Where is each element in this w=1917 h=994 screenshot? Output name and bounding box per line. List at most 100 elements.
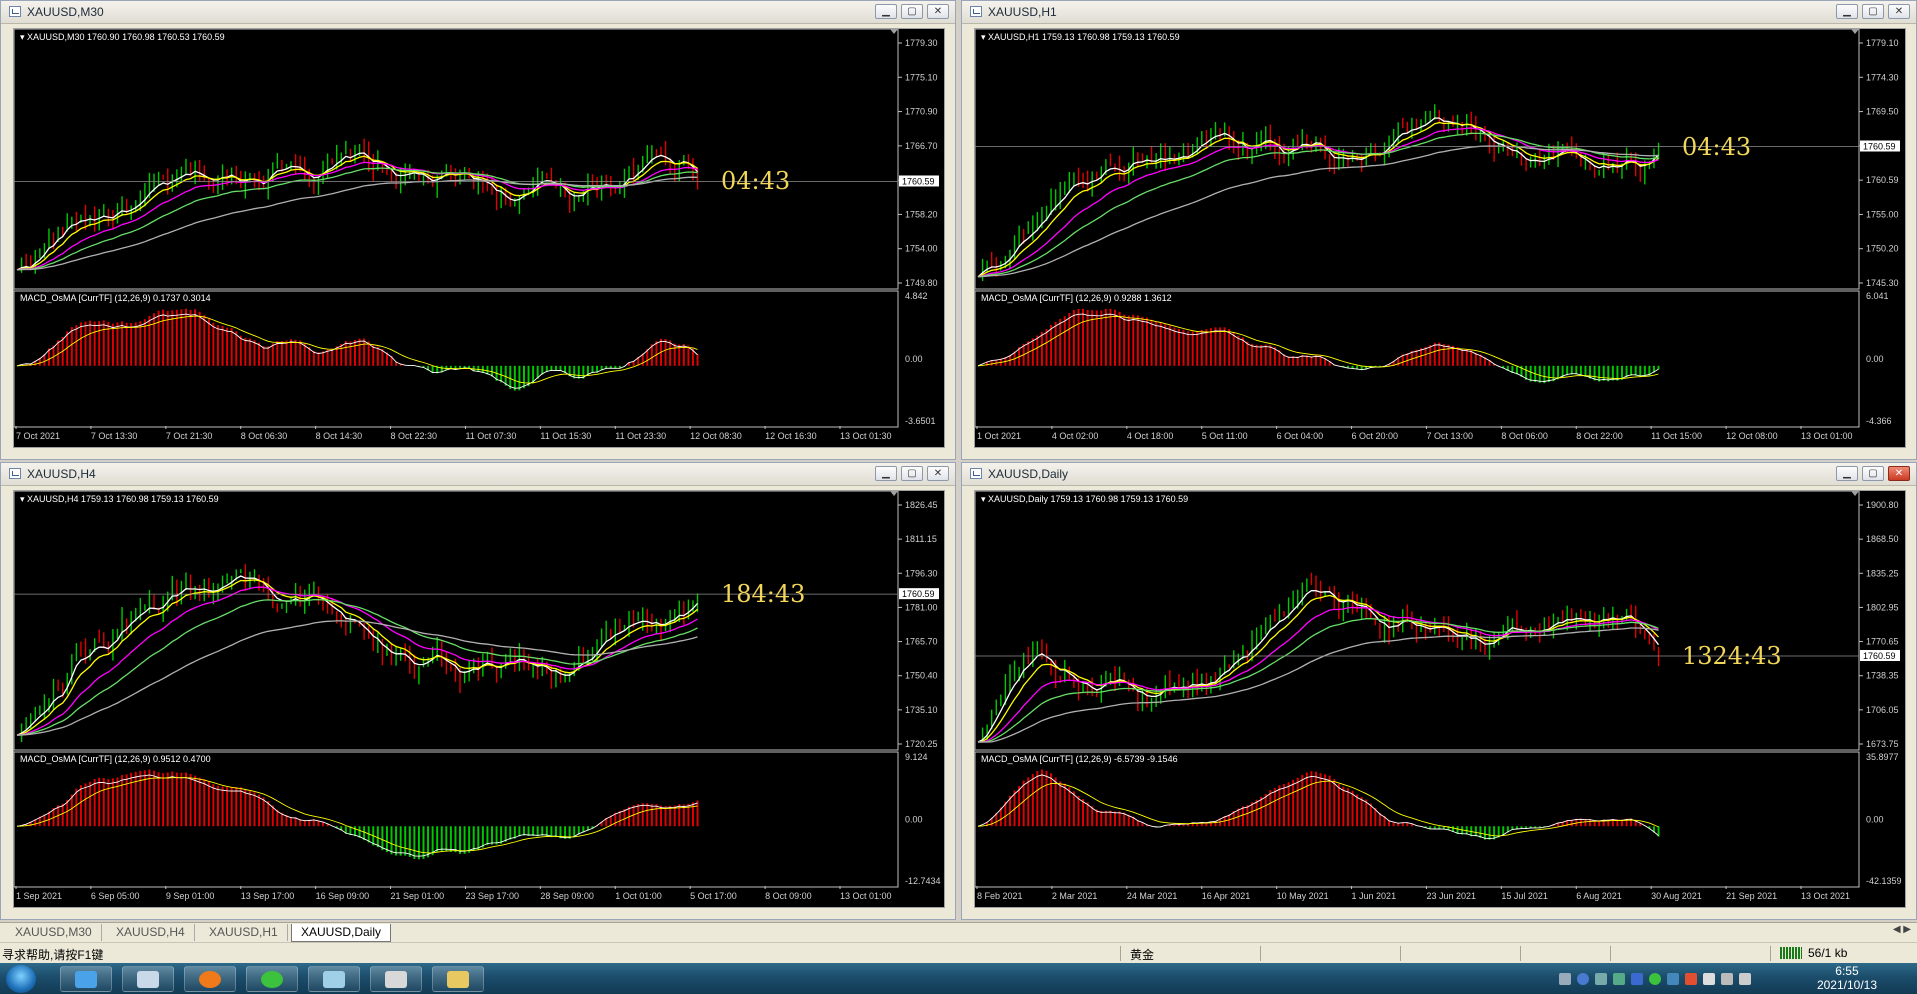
- price-axis-label: 1868.50: [1866, 534, 1899, 544]
- chart-canvas: 1779.301775.101770.901766.701762.501758.…: [14, 29, 939, 441]
- time-axis-label: 7 Oct 21:30: [166, 431, 213, 441]
- taskbar-browser-icon[interactable]: [184, 966, 236, 992]
- tab-xauusd-m30[interactable]: XAUUSD,M30: [6, 924, 102, 941]
- minimize-button[interactable]: ▁: [1836, 4, 1858, 19]
- window-titlebar[interactable]: XAUUSD,Daily ▁ ▢ ✕: [962, 463, 1916, 486]
- tray-keyboard-icon[interactable]: [1559, 973, 1571, 985]
- taskbar-metatrader-icon[interactable]: [432, 966, 484, 992]
- tray-network-icon[interactable]: [1613, 973, 1625, 985]
- status-profile: 黄金: [1130, 948, 1155, 962]
- price-axis-label: 1749.80: [905, 278, 938, 288]
- time-axis-label: 1 Sep 2021: [16, 891, 62, 901]
- taskbar-app-icon[interactable]: [370, 966, 422, 992]
- minimize-button[interactable]: ▁: [875, 466, 897, 481]
- time-axis-label: 13 Oct 2021: [1801, 891, 1850, 901]
- time-axis-label: 1 Oct 01:00: [615, 891, 662, 901]
- chart-window-icon: [970, 6, 982, 17]
- time-axis-label: 23 Sep 17:00: [465, 891, 519, 901]
- price-axis-label: 1769.50: [1866, 107, 1899, 117]
- time-axis-label: 6 Oct 04:00: [1277, 431, 1324, 441]
- chart-window-h1[interactable]: XAUUSD,H1 ▁ ▢ ✕1779.101774.301769.501764…: [961, 0, 1917, 460]
- connection-bars-icon: [1780, 947, 1802, 959]
- chart-window-d1[interactable]: XAUUSD,Daily ▁ ▢ ✕ 1900.80 1868.50 1835.25 1…: [961, 462, 1917, 920]
- macd-signal-line: [16, 313, 698, 389]
- chart-area[interactable]: 1826.45 1811.15 1796.30 1781.00 1765.70 1750.…: [13, 490, 945, 908]
- window-titlebar[interactable]: XAUUSD,H4 ▁ ▢ ✕: [1, 463, 955, 486]
- time-axis-label: 5 Oct 17:00: [690, 891, 737, 901]
- time-axis-label: 13 Oct 01:00: [840, 891, 892, 901]
- tray-settings-icon[interactable]: [1595, 973, 1607, 985]
- chart-area[interactable]: 1779.301775.101770.901766.701762.501758.…: [13, 28, 945, 448]
- taskbar-explorer-icon[interactable]: [122, 966, 174, 992]
- close-button[interactable]: ✕: [1888, 4, 1910, 19]
- macd-signal-line: [977, 313, 1659, 382]
- time-axis-label: 10 May 2021: [1277, 891, 1329, 901]
- price-axis-label: 1735.10: [905, 705, 938, 715]
- maximize-button[interactable]: ▢: [901, 4, 923, 19]
- price-axis-label: 1900.80: [1866, 500, 1899, 510]
- tab-scroll-arrows[interactable]: ◀ ▶: [1893, 924, 1911, 935]
- time-axis-label: 1 Jun 2021: [1352, 891, 1397, 901]
- maximize-button[interactable]: ▢: [1862, 466, 1884, 481]
- maximize-button[interactable]: ▢: [1862, 4, 1884, 19]
- tray-wechat-icon[interactable]: [1649, 973, 1661, 985]
- tray-signal-icon[interactable]: [1739, 973, 1751, 985]
- window-titlebar[interactable]: XAUUSD,H1 ▁ ▢ ✕: [962, 1, 1916, 24]
- price-axis-label: 1758.20: [905, 209, 938, 219]
- tray-alert-icon[interactable]: [1685, 973, 1697, 985]
- macd-indicator-label: MACD_OsMA [CurrTF] (12,26,9) -6.5739 -9.…: [981, 754, 1178, 764]
- taskbar-desktop-icon[interactable]: [60, 966, 112, 992]
- minimize-button[interactable]: ▁: [1836, 466, 1858, 481]
- taskbar-clock[interactable]: 6:55 2021/10/13: [1817, 964, 1877, 992]
- time-axis-label: 6 Oct 20:00: [1352, 431, 1399, 441]
- current-price-tag: 1760.59: [902, 589, 935, 599]
- macd-axis-label: -42.1359: [1866, 876, 1902, 886]
- tray-power-icon[interactable]: [1721, 973, 1733, 985]
- system-tray: 6:55 2021/10/13: [1547, 963, 1917, 994]
- time-axis-label: 7 Oct 2021: [16, 431, 60, 441]
- price-axis-label: 1770.65: [1866, 637, 1899, 647]
- time-axis-label: 9 Sep 01:00: [166, 891, 215, 901]
- chart-info-label: ▾ XAUUSD,H1 1759.13 1760.98 1759.13 1760…: [981, 32, 1180, 42]
- minimize-button[interactable]: ▁: [875, 4, 897, 19]
- chart-area[interactable]: 1900.80 1868.50 1835.25 1802.95 1770.65 1738.…: [974, 490, 1906, 908]
- status-traffic: 56/1 kb: [1808, 946, 1848, 960]
- moving-average-line: [978, 618, 1659, 743]
- macd-signal-line: [977, 780, 1659, 837]
- close-button[interactable]: ✕: [927, 466, 949, 481]
- tray-shield-icon[interactable]: [1631, 973, 1643, 985]
- macd-axis-label: 9.124: [905, 752, 928, 762]
- close-button[interactable]: ✕: [927, 4, 949, 19]
- price-axis-label: 1765.70: [905, 637, 938, 647]
- maximize-button[interactable]: ▢: [901, 466, 923, 481]
- time-axis-label: 7 Oct 13:30: [91, 431, 138, 441]
- chart-area[interactable]: 1779.101774.301769.501764.601760.591755.…: [974, 28, 1906, 448]
- time-axis-label: 16 Sep 09:00: [316, 891, 370, 901]
- price-axis-label: 1770.90: [905, 107, 938, 117]
- taskbar-wechat-icon[interactable]: [246, 966, 298, 992]
- chart-window-h4[interactable]: XAUUSD,H4 ▁ ▢ ✕ 1826.45 1811.15 1796.30 1781…: [0, 462, 956, 920]
- tab-xauusd-h1[interactable]: XAUUSD,H1: [200, 924, 288, 941]
- moving-average-line: [16, 579, 698, 736]
- time-axis-label: 8 Oct 22:30: [391, 431, 438, 441]
- moving-average-line: [977, 145, 1659, 278]
- price-axis-label: 1774.30: [1866, 72, 1899, 82]
- start-button-icon[interactable]: [6, 965, 36, 993]
- close-button[interactable]: ✕: [1888, 466, 1910, 481]
- window-titlebar[interactable]: XAUUSD,M30 ▁ ▢ ✕: [1, 1, 955, 24]
- tray-sync-icon[interactable]: [1667, 973, 1679, 985]
- chart-canvas: 1826.45 1811.15 1796.30 1781.00 1765.70 1750.…: [14, 491, 941, 901]
- chart-window-m30[interactable]: XAUUSD,M30 ▁ ▢ ✕ 1779.30 1775.10 1770.90 176…: [0, 0, 956, 460]
- candle-countdown-timer: 184:43: [721, 580, 806, 608]
- taskbar-notepad-icon[interactable]: [308, 966, 360, 992]
- tab-xauusd-daily[interactable]: XAUUSD,Daily: [291, 924, 392, 942]
- time-axis-label: 13 Sep 17:00: [241, 891, 295, 901]
- time-axis-label: 8 Oct 06:00: [1501, 431, 1548, 441]
- tab-xauusd-h4[interactable]: XAUUSD,H4: [107, 924, 195, 941]
- price-axis-label: 1779.10: [1866, 38, 1899, 48]
- tray-volume-icon[interactable]: [1703, 973, 1715, 985]
- window-title: XAUUSD,H1: [988, 5, 1057, 19]
- tray-help-icon[interactable]: [1577, 973, 1589, 985]
- window-title: XAUUSD,H4: [27, 467, 96, 481]
- window-title: XAUUSD,M30: [27, 5, 104, 19]
